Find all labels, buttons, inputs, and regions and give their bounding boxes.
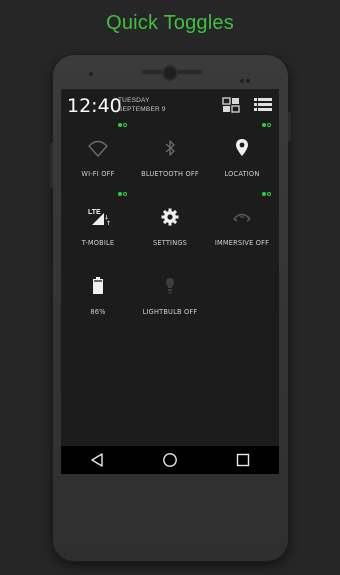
day-label: TUESDAY	[118, 97, 150, 104]
tile-settings[interactable]: SETTINGS	[134, 191, 206, 259]
immersive-icon	[232, 207, 252, 227]
location-pin-icon	[232, 138, 252, 158]
tile-label: 86%	[90, 308, 106, 316]
toggle-indicator	[262, 192, 274, 197]
page-title: Quick Toggles	[106, 12, 234, 34]
back-icon[interactable]	[77, 446, 117, 474]
bluetooth-icon	[160, 138, 180, 158]
tile-label: IMMERSIVE OFF	[214, 239, 270, 247]
grid-view-icon[interactable]	[222, 97, 240, 113]
front-camera	[164, 67, 176, 79]
toggle-indicator	[262, 123, 274, 128]
tile-label: LOCATION	[224, 170, 260, 178]
tile-wifi[interactable]: WI-FI OFF	[62, 122, 134, 190]
power-button	[288, 112, 291, 142]
lightbulb-icon	[160, 276, 180, 296]
toggle-indicator	[118, 123, 130, 128]
phone-frame: 12:40 TUESDAY SEPTEMBER 9 WI-FI OFF BLUE…	[50, 54, 291, 562]
navigation-bar	[61, 446, 279, 474]
clock: 12:40	[67, 95, 122, 117]
wifi-icon	[88, 138, 108, 158]
tile-label: LIGHTBULB OFF	[142, 308, 198, 316]
svg-text:LTE: LTE	[88, 209, 101, 216]
tile-mobile-network[interactable]: LTE T-MOBILE	[62, 191, 134, 259]
tile-location[interactable]: LOCATION	[206, 122, 278, 190]
proximity-sensors	[240, 70, 252, 83]
recents-icon[interactable]	[223, 446, 263, 474]
tile-bluetooth[interactable]: BLUETOOTH OFF	[134, 122, 206, 190]
volume-button	[50, 142, 53, 188]
tile-label: BLUETOOTH OFF	[141, 170, 199, 178]
tile-label: T-MOBILE	[81, 239, 115, 247]
list-view-icon[interactable]	[254, 97, 272, 113]
quick-settings-panel: 12:40 TUESDAY SEPTEMBER 9 WI-FI OFF BLUE…	[61, 88, 279, 474]
tile-immersive[interactable]: IMMERSIVE OFF	[206, 191, 278, 259]
lte-signal-icon: LTE	[88, 207, 110, 227]
home-icon[interactable]	[150, 446, 190, 474]
toggle-indicator	[118, 192, 130, 197]
tile-label: WI-FI OFF	[81, 170, 115, 178]
date: TUESDAY SEPTEMBER 9	[118, 96, 166, 114]
tile-lightbulb[interactable]: LIGHTBULB OFF	[134, 260, 206, 328]
gear-icon	[160, 207, 180, 227]
tile-battery[interactable]: 86%	[62, 260, 134, 328]
sensor	[89, 72, 93, 76]
date-label: SEPTEMBER 9	[118, 106, 166, 113]
status-header: 12:40 TUESDAY SEPTEMBER 9	[61, 89, 279, 119]
battery-icon	[88, 276, 108, 296]
tile-label: SETTINGS	[152, 239, 188, 247]
